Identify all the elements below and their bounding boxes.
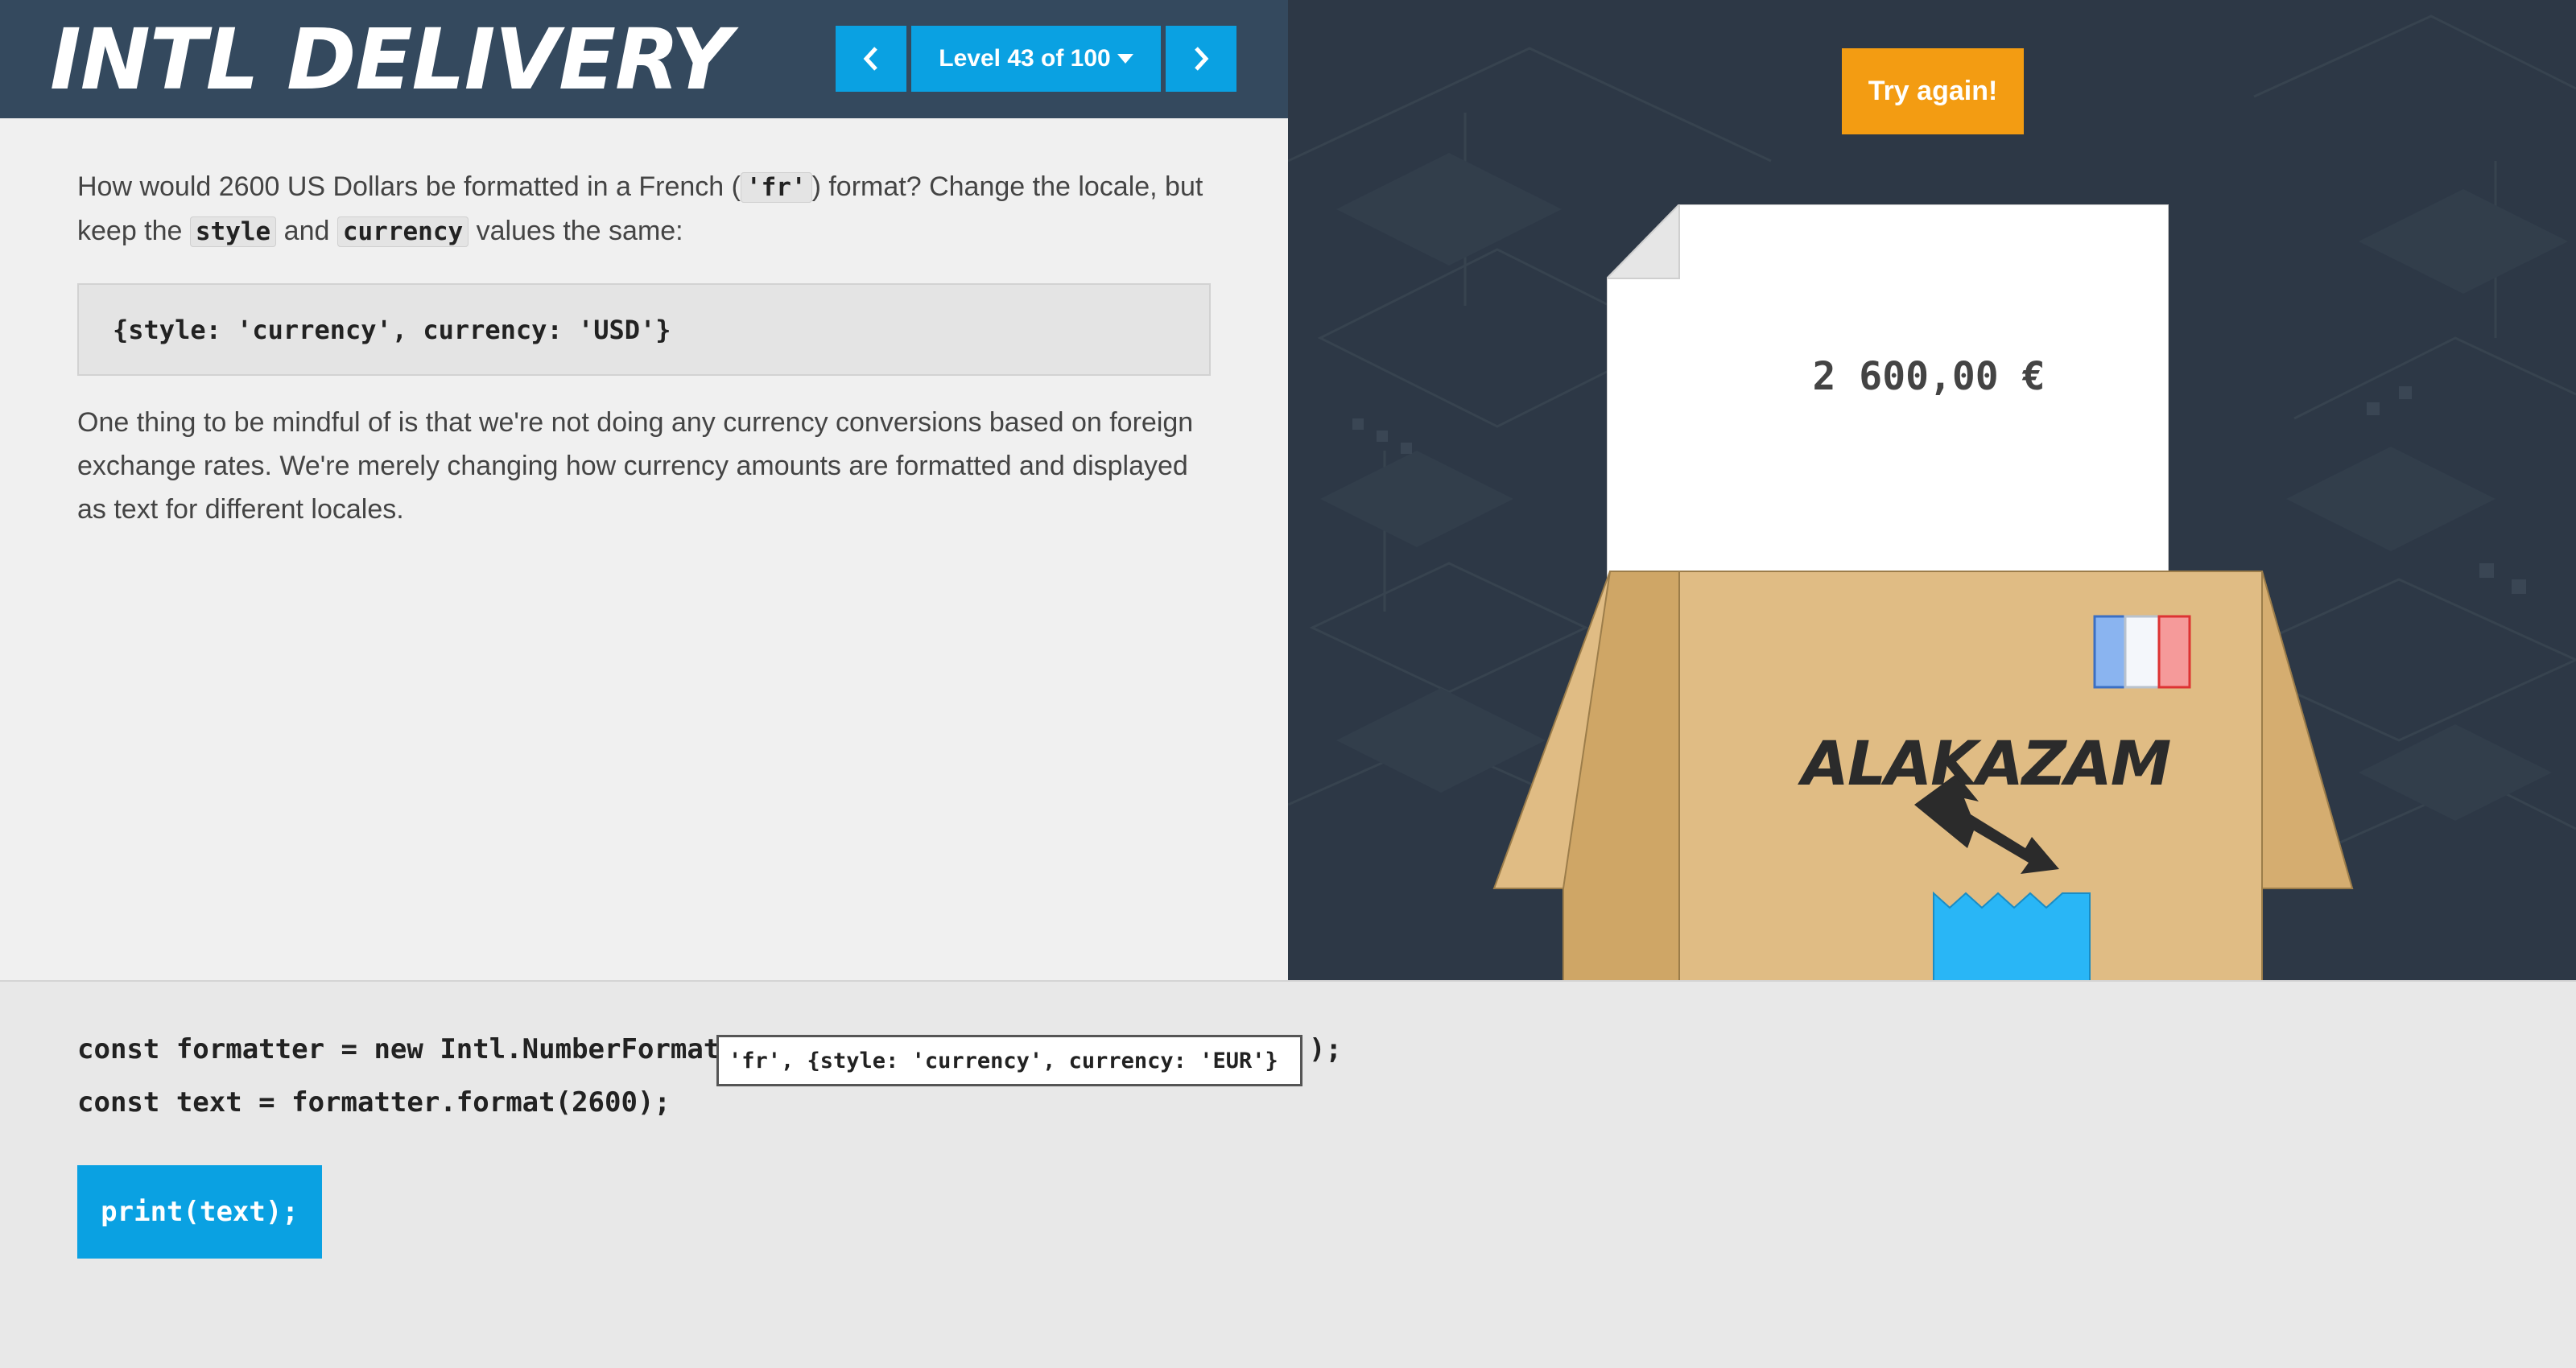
instruction-text-segment: How would 2600 US Dollars be formatted i… bbox=[77, 171, 741, 202]
instruction-paragraph-2: One thing to be mindful of is that we're… bbox=[77, 407, 1194, 525]
instruction-paragraph-1: How would 2600 US Dollars be formatted i… bbox=[77, 165, 1212, 253]
code-line-1-suffix: ); bbox=[1309, 1033, 1342, 1065]
formatted-amount-text: 2 600,00 € bbox=[1812, 354, 2046, 399]
level-label: Level 43 of 100 bbox=[939, 45, 1111, 72]
code-style: style bbox=[189, 216, 277, 247]
code-line-1-prefix: const formatter = new Intl.NumberFormat( bbox=[77, 1033, 737, 1065]
game-scene: Try again! 2 600,00 € ALAKAZAM bbox=[1288, 0, 2576, 980]
game-logo: INTL DELIVERY bbox=[50, 10, 732, 109]
code-example-block: {style: 'currency', currency: 'USD'} bbox=[77, 283, 1211, 376]
header-bar: INTL DELIVERY Level 43 of 100 bbox=[0, 0, 1288, 118]
previous-level-button[interactable] bbox=[836, 26, 906, 92]
next-level-button[interactable] bbox=[1166, 26, 1236, 92]
instructions-panel: INTL DELIVERY Level 43 of 100 How would … bbox=[0, 0, 1288, 980]
chevron-left-icon bbox=[863, 47, 877, 71]
code-fr: 'fr' bbox=[740, 172, 812, 203]
instruction-text: How would 2600 US Dollars be formatted i… bbox=[77, 165, 1212, 253]
instruction-text-segment: and bbox=[276, 216, 337, 246]
level-select-button[interactable]: Level 43 of 100 bbox=[911, 26, 1161, 92]
print-text-button[interactable]: print(text); bbox=[77, 1165, 322, 1259]
caret-down-icon bbox=[1117, 54, 1133, 64]
code-line-2: const text = formatter.format(2600); bbox=[77, 1086, 671, 1119]
locale-options-input[interactable] bbox=[716, 1035, 1302, 1086]
try-again-button[interactable]: Try again! bbox=[1842, 48, 2024, 134]
french-flag-icon bbox=[2093, 615, 2191, 689]
box-brand-text: ALAKAZAM bbox=[1802, 727, 2171, 799]
chevron-right-icon bbox=[1195, 47, 1209, 71]
instruction-text-segment: values the same: bbox=[469, 216, 683, 246]
code-currency: currency bbox=[336, 216, 469, 247]
